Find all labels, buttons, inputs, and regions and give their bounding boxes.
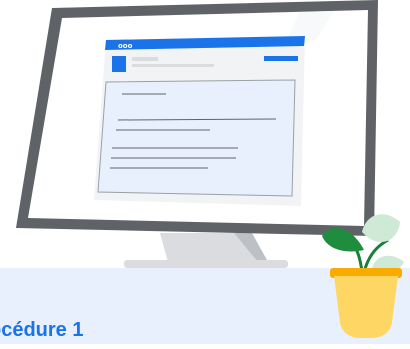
window-header-placeholder: [132, 57, 158, 61]
window-card: [97, 79, 296, 197]
window-logo-block: [112, 56, 126, 72]
monitor-illustration: ooo cédure 1: [0, 0, 410, 344]
browser-window: ooo: [94, 36, 305, 206]
window-header-button: [264, 56, 298, 61]
monitor-stand: [124, 233, 288, 268]
window-dots: ooo: [118, 42, 133, 50]
procedure-title: océdure 1: [0, 319, 84, 341]
